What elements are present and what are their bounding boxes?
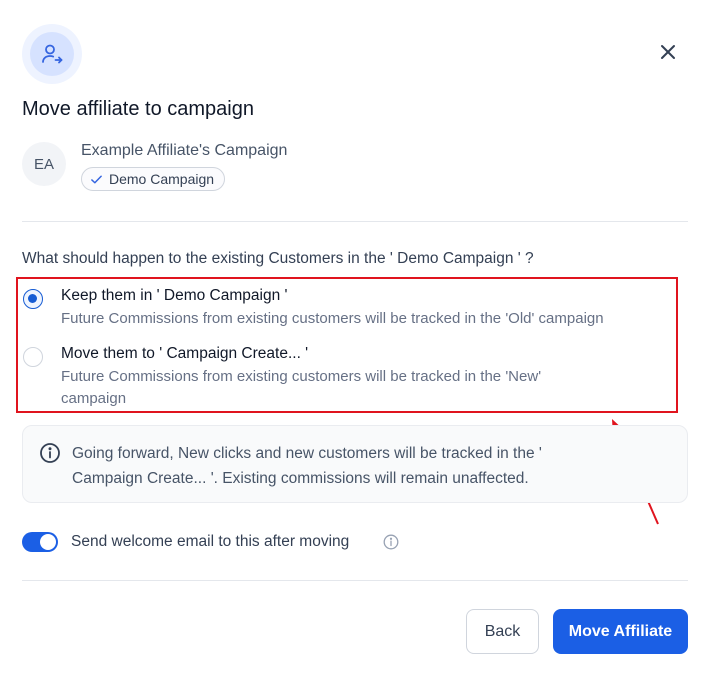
existing-customers-question: What should happen to the existing Custo… bbox=[22, 250, 534, 267]
divider-bottom bbox=[22, 580, 688, 581]
option-move-description-line1: Future Commissions from existing custome… bbox=[61, 368, 542, 385]
radio-move-customers[interactable] bbox=[23, 347, 43, 367]
close-icon bbox=[661, 45, 675, 59]
header-icon-badge bbox=[30, 32, 74, 76]
info-text-line2: Campaign Create... '. Existing commissio… bbox=[72, 470, 529, 487]
info-text: Going forward, New clicks and new custom… bbox=[72, 441, 662, 491]
divider-top bbox=[22, 221, 688, 222]
back-button[interactable]: Back bbox=[466, 609, 539, 654]
info-circle-icon bbox=[40, 443, 60, 463]
current-campaign-label: Demo Campaign bbox=[109, 171, 215, 187]
affiliate-avatar: EA bbox=[22, 142, 66, 186]
info-tooltip-icon[interactable] bbox=[383, 534, 399, 550]
dialog-title: Move affiliate to campaign bbox=[22, 98, 254, 120]
option-move-title: Move them to ' Campaign Create... ' bbox=[61, 345, 309, 362]
close-button[interactable] bbox=[652, 36, 684, 68]
header-icon-container bbox=[22, 24, 82, 84]
user-arrow-icon bbox=[42, 44, 63, 64]
move-affiliate-button[interactable]: Move Affiliate bbox=[553, 609, 688, 654]
option-keep-description: Future Commissions from existing custome… bbox=[61, 310, 604, 327]
option-move-description-line2: campaign bbox=[61, 390, 127, 407]
option-keep-title: Keep them in ' Demo Campaign ' bbox=[61, 287, 288, 304]
affiliate-name: Example Affiliate's Campaign bbox=[81, 142, 288, 159]
welcome-email-toggle[interactable] bbox=[22, 532, 58, 552]
check-icon bbox=[91, 175, 102, 183]
info-text-line1: Going forward, New clicks and new custom… bbox=[72, 445, 542, 462]
radio-keep-customers[interactable] bbox=[23, 289, 43, 309]
info-notice: Going forward, New clicks and new custom… bbox=[22, 425, 688, 503]
current-campaign-chip: Demo Campaign bbox=[81, 167, 226, 191]
welcome-email-label: Send welcome email to this after moving bbox=[71, 533, 350, 550]
